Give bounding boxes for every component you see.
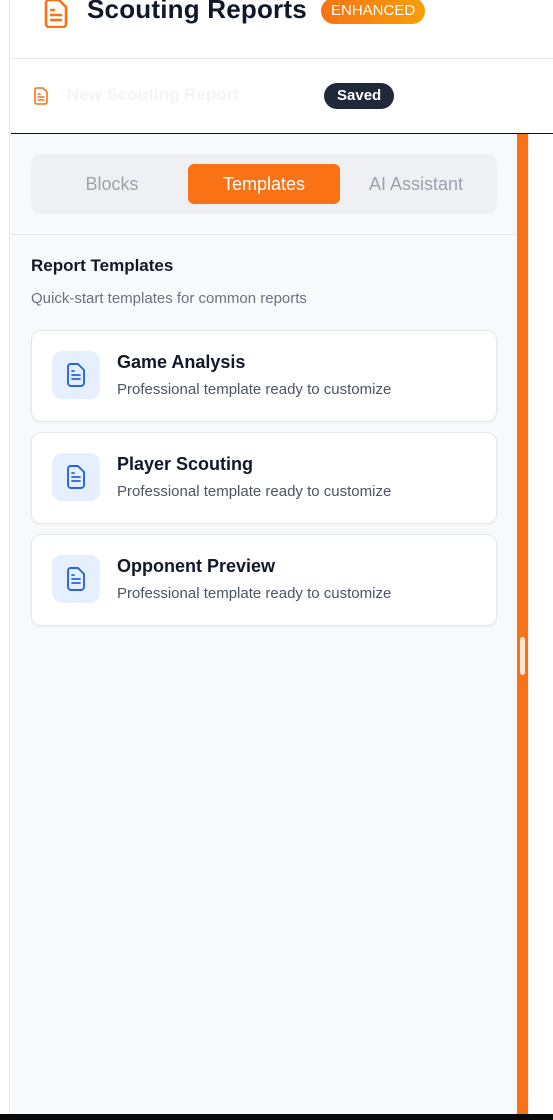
panel-tabs: Blocks Templates AI Assistant xyxy=(31,154,497,214)
tabs-area: Blocks Templates AI Assistant xyxy=(11,134,517,235)
template-card-player-scouting[interactable]: Player Scouting Professional template re… xyxy=(31,432,497,524)
page-title: Scouting Reports xyxy=(87,0,307,24)
side-panel: Blocks Templates AI Assistant Report Tem… xyxy=(11,134,517,1120)
template-card-game-analysis[interactable]: Game Analysis Professional template read… xyxy=(31,330,497,422)
tab-blocks[interactable]: Blocks xyxy=(36,164,188,204)
template-card-opponent-preview[interactable]: Opponent Preview Professional template r… xyxy=(31,534,497,626)
template-description: Professional template ready to customize xyxy=(117,585,392,602)
app-header: Scouting Reports ENHANCED xyxy=(11,0,553,59)
document-icon xyxy=(52,453,100,501)
template-description: Professional template ready to customize xyxy=(117,483,392,500)
tab-templates[interactable]: Templates xyxy=(188,164,340,204)
report-title-input[interactable]: New Scouting Report xyxy=(67,85,239,105)
document-icon xyxy=(43,0,69,29)
template-description: Professional template ready to customize xyxy=(117,381,392,398)
template-name: Game Analysis xyxy=(117,352,246,372)
report-title-bar: New Scouting Report Saved xyxy=(11,59,553,134)
template-name: Player Scouting xyxy=(117,454,254,474)
enhanced-badge: ENHANCED xyxy=(321,0,426,24)
panel-resize-scrollbar[interactable] xyxy=(517,134,528,1120)
bottom-edge xyxy=(0,1114,553,1120)
tab-ai-assistant[interactable]: AI Assistant xyxy=(340,164,492,204)
editor-area-edge xyxy=(528,134,553,1120)
document-icon xyxy=(52,351,100,399)
left-rail xyxy=(0,0,10,1120)
document-icon xyxy=(52,555,100,603)
section-title: Report Templates xyxy=(31,256,174,275)
report-document-icon xyxy=(33,87,49,105)
scrollbar-thumb[interactable] xyxy=(520,637,525,675)
saved-status-badge: Saved xyxy=(324,83,395,109)
template-name: Opponent Preview xyxy=(117,556,276,576)
section-subtitle: Quick-start templates for common reports xyxy=(31,290,307,307)
